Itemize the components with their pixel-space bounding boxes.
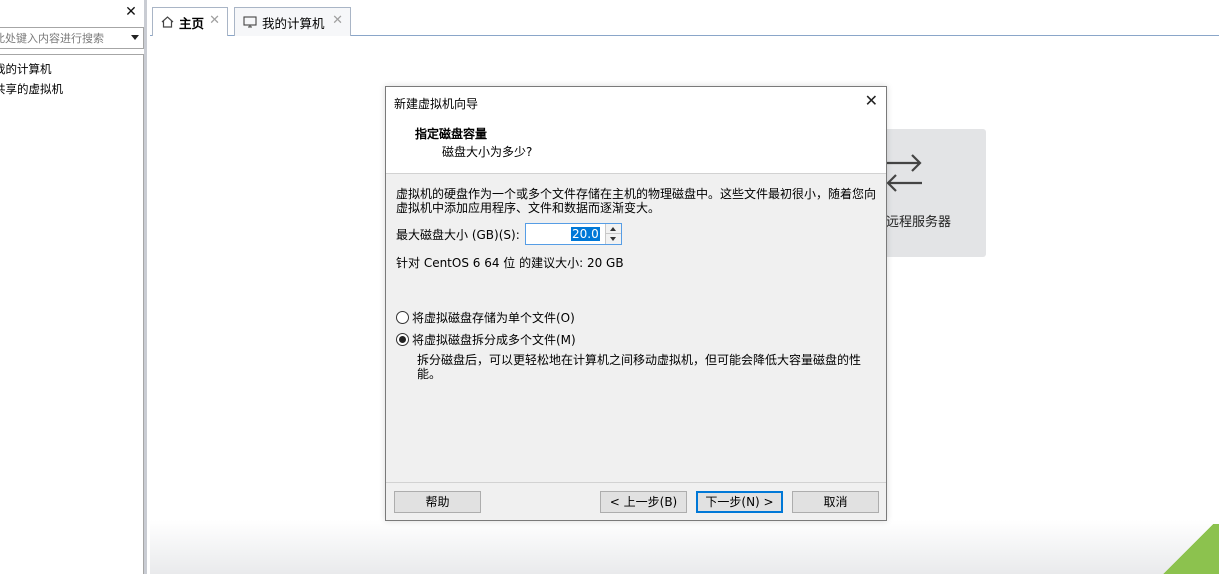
option-split-files[interactable]: 将虚拟磁盘拆分成多个文件(M) bbox=[396, 331, 576, 348]
stepper-up-icon[interactable] bbox=[605, 224, 621, 234]
disk-size-label: 最大磁盘大小 (GB)(S): bbox=[396, 227, 520, 242]
library-search-input[interactable] bbox=[0, 28, 124, 48]
tab-my-computer[interactable]: 我的计算机 ✕ bbox=[234, 7, 351, 36]
option-single-file[interactable]: 将虚拟磁盘存储为单个文件(O) bbox=[396, 309, 575, 326]
disk-size-value[interactable]: 20.0 bbox=[571, 227, 600, 241]
step-heading: 指定磁盘容量 bbox=[415, 127, 488, 141]
remote-server-label: 远程服务器 bbox=[886, 215, 952, 230]
back-button[interactable]: < 上一步(B) bbox=[600, 491, 687, 513]
tab-bar: 主页 ✕ 我的计算机 ✕ bbox=[150, 0, 1219, 36]
next-button[interactable]: 下一步(N) > bbox=[696, 491, 783, 513]
search-dropdown-icon[interactable] bbox=[131, 35, 139, 40]
home-icon bbox=[161, 16, 174, 28]
tab-home-close-icon[interactable]: ✕ bbox=[209, 13, 220, 28]
dialog-title: 新建虚拟机向导 bbox=[394, 97, 479, 111]
new-vm-wizard-dialog: 新建虚拟机向导 ✕ 指定磁盘容量 磁盘大小为多少? 虚拟机的硬盘作为一个或多个文… bbox=[385, 86, 887, 521]
monitor-icon bbox=[243, 16, 257, 28]
option-split-files-label: 将虚拟磁盘拆分成多个文件(M) bbox=[412, 333, 576, 347]
tree-item-shared-vms[interactable]: 共享的虚拟机 bbox=[0, 81, 63, 97]
footer-divider bbox=[386, 482, 886, 483]
library-search[interactable] bbox=[0, 27, 144, 49]
tab-my-computer-close-icon[interactable]: ✕ bbox=[332, 13, 343, 28]
tab-my-computer-label: 我的计算机 bbox=[262, 15, 325, 31]
recommended-size: 针对 CentOS 6 64 位 的建议大小: 20 GB bbox=[396, 256, 624, 270]
help-button[interactable]: 帮助 bbox=[394, 491, 481, 513]
dialog-header: 新建虚拟机向导 ✕ 指定磁盘容量 磁盘大小为多少? bbox=[386, 87, 886, 174]
disk-description: 虚拟机的硬盘作为一个或多个文件存储在主机的物理磁盘中。这些文件最初很小，随着您向… bbox=[396, 187, 877, 215]
disk-size-stepper[interactable]: 20.0 bbox=[524, 223, 622, 245]
option-single-file-label: 将虚拟磁盘存储为单个文件(O) bbox=[412, 311, 575, 325]
bottom-shade bbox=[150, 520, 1219, 574]
disk-size-row: 最大磁盘大小 (GB)(S): 20.0 bbox=[396, 223, 622, 245]
radio-split-files[interactable] bbox=[396, 333, 409, 346]
dialog-close-icon[interactable]: ✕ bbox=[865, 91, 878, 110]
split-description: 拆分磁盘后，可以更轻松地在计算机之间移动虚拟机，但可能会降低大容量磁盘的性能。 bbox=[417, 353, 862, 381]
library-sidebar: ✕ 我的计算机 共享的虚拟机 bbox=[0, 0, 147, 574]
step-subheading: 磁盘大小为多少? bbox=[442, 145, 533, 159]
stepper-down-icon[interactable] bbox=[605, 234, 621, 244]
cancel-button[interactable]: 取消 bbox=[792, 491, 879, 513]
radio-single-file[interactable] bbox=[396, 311, 409, 324]
corner-decoration bbox=[1157, 524, 1219, 574]
library-tree: 我的计算机 共享的虚拟机 bbox=[0, 54, 144, 574]
tree-item-my-computer[interactable]: 我的计算机 bbox=[0, 61, 52, 77]
swap-arrows-icon bbox=[882, 151, 926, 198]
sidebar-close-icon[interactable]: ✕ bbox=[124, 4, 138, 20]
tab-home-label: 主页 bbox=[179, 15, 205, 31]
tab-home[interactable]: 主页 ✕ bbox=[152, 7, 228, 36]
stepper-buttons bbox=[604, 224, 621, 244]
